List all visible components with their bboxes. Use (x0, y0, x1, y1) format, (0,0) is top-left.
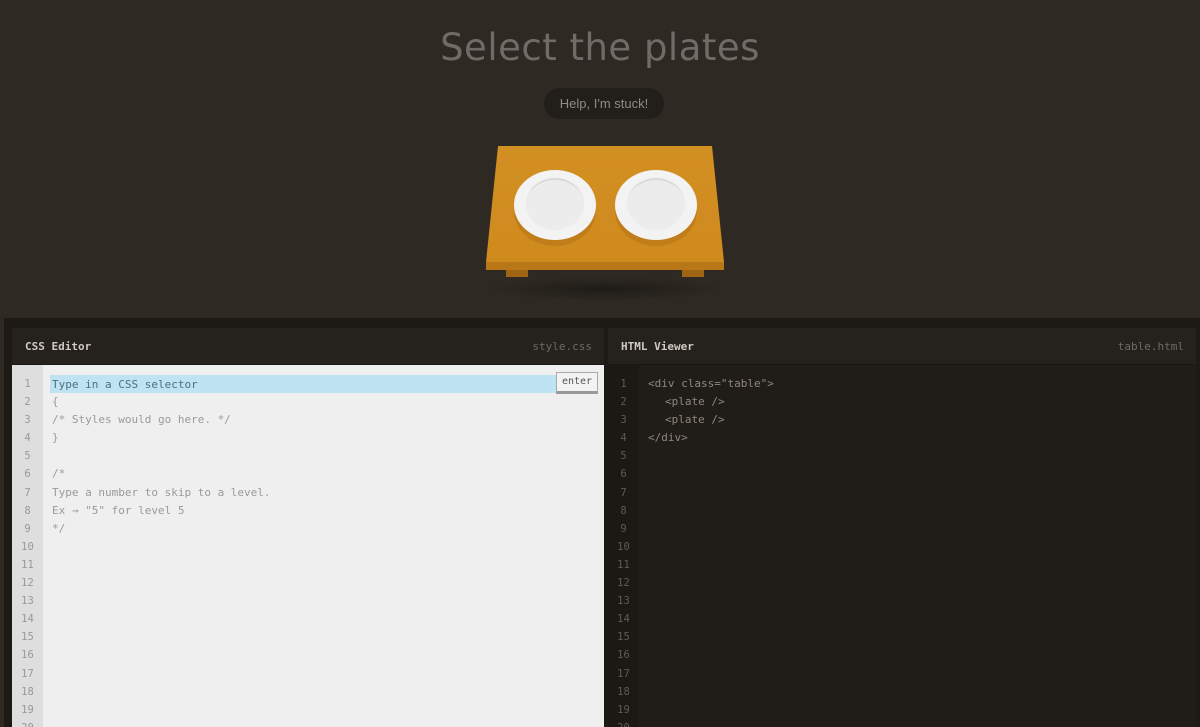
code-line: { (52, 395, 59, 409)
line-number: 5 (24, 450, 31, 463)
line-number: 3 (620, 414, 627, 427)
table-leg-right (682, 270, 704, 277)
game-table-scene (470, 146, 740, 306)
line-number: 13 (617, 595, 630, 608)
line-number: 14 (617, 613, 630, 626)
plate-1[interactable] (514, 170, 596, 240)
table-shadow (488, 277, 722, 301)
line-number: 19 (21, 703, 34, 716)
css-editor-pane: CSS Editor style.css 1 2 3 4 5 6 7 8 9 1… (12, 328, 604, 727)
line-number: 5 (620, 450, 627, 463)
line-number: 4 (24, 432, 31, 445)
html-line-table-close[interactable]: </div> (648, 429, 1196, 447)
html-viewer-header: HTML Viewer table.html (608, 328, 1196, 365)
line-number: 17 (21, 667, 34, 680)
html-line-table-open[interactable]: <div class="table"> (648, 375, 1196, 393)
line-number: 17 (617, 667, 630, 680)
line-number: 16 (617, 649, 630, 662)
line-number: 12 (21, 577, 34, 590)
line-number: 18 (617, 685, 630, 698)
level-title: Select the plates (440, 26, 760, 69)
enter-button[interactable]: enter (556, 372, 598, 394)
css-line-numbers: 1 2 3 4 5 6 7 8 9 10 11 12 13 14 15 16 1… (12, 365, 43, 727)
line-number: 11 (617, 558, 630, 571)
line-number: 20 (12, 719, 43, 727)
line-number: 4 (620, 432, 627, 445)
html-viewer-body: 1 2 3 4 5 6 7 8 9 10 11 12 13 14 15 16 1… (608, 365, 1196, 727)
line-number: 16 (21, 649, 34, 662)
line-number: 14 (21, 613, 34, 626)
line-number: 9 (24, 522, 31, 535)
css-editor-body: 1 2 3 4 5 6 7 8 9 10 11 12 13 14 15 16 1… (12, 365, 604, 727)
line-number: 2 (24, 396, 31, 409)
code-line: } (52, 431, 59, 445)
css-code: { /* Styles would go here. */ } /* Type … (52, 375, 604, 538)
html-line-numbers: 1 2 3 4 5 6 7 8 9 10 11 12 13 14 15 16 1… (608, 365, 639, 727)
code-line: Ex → "5" for level 5 (52, 503, 185, 517)
code-line: /* Styles would go here. */ (52, 413, 231, 427)
line-number: 2 (620, 396, 627, 409)
css-editor-filename: style.css (532, 340, 592, 353)
plate-2[interactable] (615, 170, 697, 240)
html-viewer-title: HTML Viewer (621, 340, 694, 353)
table-front (486, 262, 724, 270)
css-selector-input[interactable] (50, 375, 596, 393)
line-number: 20 (608, 719, 639, 727)
line-number: 19 (617, 703, 630, 716)
line-number: 18 (21, 685, 34, 698)
line-number: 13 (21, 595, 34, 608)
line-number: 9 (620, 522, 627, 535)
code-line: */ (52, 521, 66, 535)
code-line: Type a number to skip to a level. (52, 485, 271, 499)
line-number: 1 (620, 378, 627, 390)
line-number: 3 (24, 414, 31, 427)
html-viewer-pane: HTML Viewer table.html 1 2 3 4 5 6 7 8 9… (608, 328, 1196, 727)
line-number: 7 (620, 486, 627, 499)
code-line: /* (52, 467, 66, 481)
css-editor-header: CSS Editor style.css (12, 328, 604, 365)
line-number: 15 (21, 631, 34, 644)
editor-area: CSS Editor style.css 1 2 3 4 5 6 7 8 9 1… (4, 318, 1200, 727)
line-number: 12 (617, 577, 630, 590)
html-line-plate-2[interactable]: <plate /> (648, 411, 1196, 429)
line-number: 15 (617, 631, 630, 644)
line-number: 11 (21, 558, 34, 571)
help-button[interactable]: Help, I'm stuck! (544, 88, 664, 119)
html-viewer-filename: table.html (1117, 340, 1184, 353)
line-number: 6 (620, 468, 627, 481)
line-number: 1 (24, 378, 31, 390)
line-number: 6 (24, 468, 31, 481)
line-number: 10 (617, 540, 630, 553)
html-code: <div class="table"> <plate /> <plate /> … (648, 375, 1196, 447)
html-line-plate-1[interactable]: <plate /> (648, 393, 1196, 411)
line-number: 8 (24, 504, 31, 517)
line-number: 8 (620, 504, 627, 517)
line-number: 10 (21, 540, 34, 553)
css-editor-title: CSS Editor (25, 340, 92, 353)
table-leg-left (506, 270, 528, 277)
line-number: 7 (24, 486, 31, 499)
